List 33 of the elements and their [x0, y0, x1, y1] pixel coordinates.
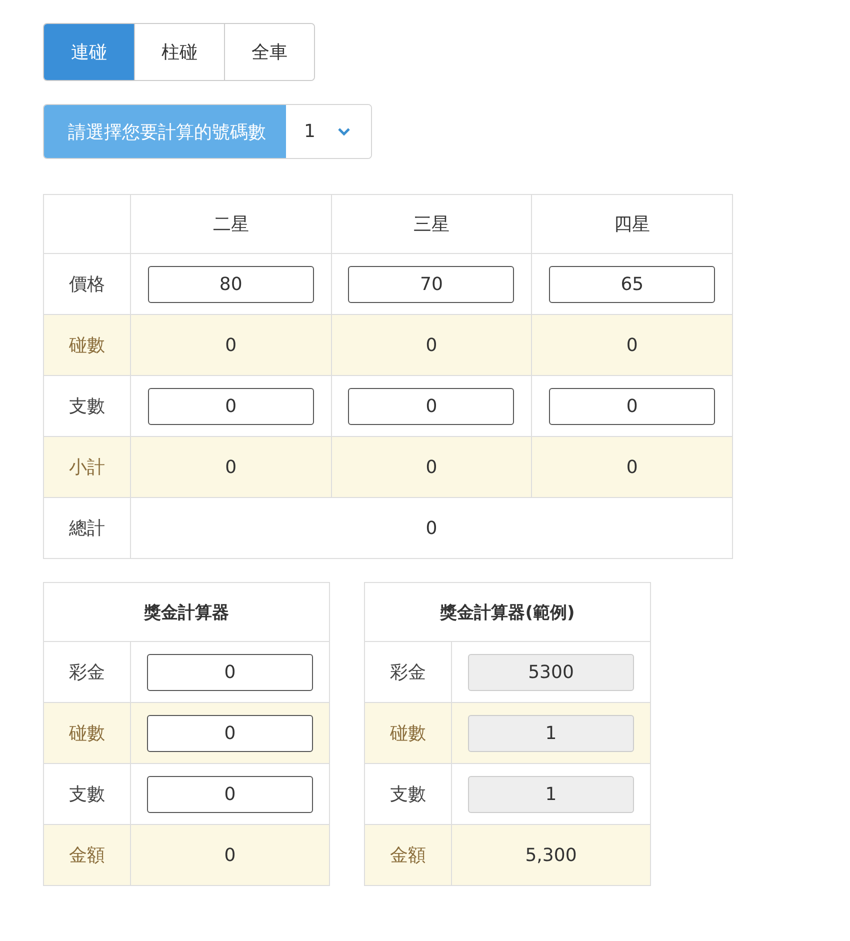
input-field[interactable]: 0 — [147, 654, 313, 690]
column-header: 二星 — [130, 194, 332, 254]
input-field[interactable]: 0 — [147, 714, 313, 752]
input-field[interactable]: 70 — [348, 266, 514, 302]
input-field[interactable]: 0 — [348, 388, 514, 424]
input-field[interactable]: 65 — [549, 266, 716, 302]
calculator-title: 獎金計算器 — [44, 582, 330, 642]
column-header: 三星 — [331, 194, 532, 254]
table-cell: 0 — [532, 314, 732, 376]
input-field[interactable]: 0 — [147, 776, 313, 812]
table-cell: 0 — [130, 436, 332, 498]
tab[interactable]: 全車 — [224, 24, 314, 80]
table-cell: 5,300 — [452, 824, 650, 886]
input-field[interactable]: 0 — [148, 388, 314, 424]
column-header: 四星 — [532, 194, 732, 254]
table-cell: 0 — [130, 314, 332, 376]
table-cell: 0 — [331, 314, 532, 376]
table-cell: 0 — [331, 436, 532, 498]
input-field[interactable]: 80 — [148, 266, 314, 302]
total-cell: 0 — [130, 498, 732, 558]
row-label: 碰數 — [44, 314, 130, 376]
calculator-title: 獎金計算器(範例) — [364, 582, 650, 642]
table-cell: 0 — [130, 824, 330, 886]
table-cell: 0 — [532, 436, 732, 498]
select-label: 請選擇您要計算的號碼數 — [44, 105, 286, 158]
row-label: 金額 — [44, 824, 130, 886]
row-label: 小計 — [44, 436, 130, 498]
chevron-down-icon — [337, 126, 352, 136]
input-field[interactable]: 0 — [549, 388, 716, 424]
row-label: 碰數 — [364, 702, 452, 764]
row-label: 總計 — [44, 498, 130, 558]
row-label: 碰數 — [44, 702, 130, 764]
row-label: 金額 — [364, 824, 452, 886]
